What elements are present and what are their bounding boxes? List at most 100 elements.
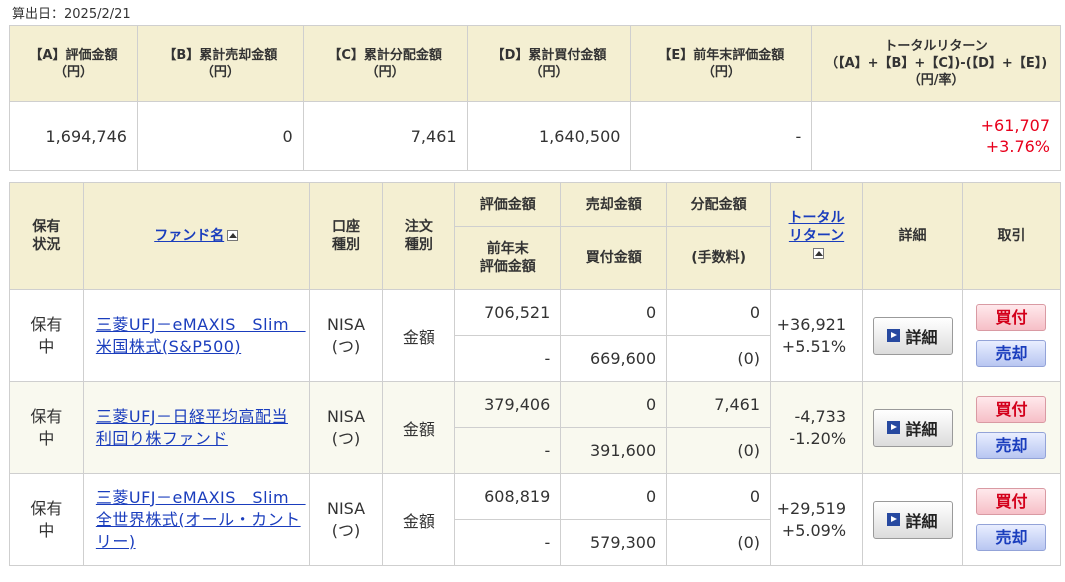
valuation-amount: 706,521 <box>454 289 562 336</box>
sell-button[interactable]: 売却 <box>976 340 1047 367</box>
summary-header-total-unit: （円/率） <box>907 73 965 88</box>
play-icon <box>887 421 901 434</box>
sort-asc-icon[interactable] <box>812 248 824 259</box>
header-purchase-amount: 買付金額 <box>560 226 668 290</box>
summary-value-d: 1,640,500 <box>466 101 632 171</box>
distribution-amount: 0 <box>666 289 772 336</box>
total-return-sort-link-line1[interactable]: トータル <box>771 209 862 227</box>
purchase-amount: 579,300 <box>560 519 668 566</box>
summary-header-total-formula: （【A】+【B】+【C】)-(【D】+【E】) <box>825 56 1048 71</box>
order-type: 金額 <box>382 289 456 382</box>
trade-cell: 買付 売却 <box>961 381 1062 474</box>
total-return-pct: +5.09% <box>781 520 847 540</box>
account-type-line1: NISA <box>326 498 366 518</box>
header-order-type: 注文 種別 <box>382 182 456 290</box>
detail-button[interactable]: 詳細 <box>872 500 953 539</box>
header-holding-status-line2: 状況 <box>32 237 61 253</box>
fund-name-link[interactable]: 三菱UFJ－eMAXIS Slim 全世界株式(オール・カントリー) <box>96 488 306 551</box>
holding-status: 保有 中 <box>9 289 84 382</box>
fund-name-link[interactable]: 三菱UFJ－日経平均高配当利回り株ファンド <box>96 407 288 448</box>
detail-button-label: 詳細 <box>905 419 938 439</box>
buy-button[interactable]: 買付 <box>976 396 1047 423</box>
prev-year-valuation: - <box>454 335 562 382</box>
summary-header-total-return: トータルリターン （【A】+【B】+【C】)-(【D】+【E】) （円/率） <box>811 25 1061 102</box>
summary-header-d: 【D】累計買付金額 （円） <box>466 25 632 102</box>
buy-button[interactable]: 買付 <box>976 488 1047 515</box>
sale-amount: 0 <box>560 289 668 336</box>
detail-cell: 詳細 <box>862 289 963 382</box>
fund-name-cell: 三菱UFJ－eMAXIS Slim 全世界株式(オール・カントリー) <box>82 473 310 566</box>
summary-header-d-title: 【D】累計買付金額 <box>491 47 607 63</box>
total-return-pct: -1.20% <box>789 428 847 448</box>
holding-status-line2: 中 <box>38 428 55 448</box>
summary-header-b-unit: （円） <box>200 64 240 80</box>
summary-header-a-unit: （円） <box>53 64 93 80</box>
detail-button[interactable]: 詳細 <box>872 408 953 447</box>
summary-header-c-unit: （円） <box>365 64 405 80</box>
summary-header-d-unit: （円） <box>529 64 569 80</box>
summary-value-b: 0 <box>136 101 304 171</box>
account-type-line2: (つ) <box>331 520 361 540</box>
play-icon <box>887 329 901 342</box>
buy-button[interactable]: 買付 <box>976 304 1047 331</box>
header-total-return: トータル リターン <box>770 182 864 290</box>
account-type-line2: (つ) <box>331 428 361 448</box>
header-trade: 取引 <box>961 182 1062 290</box>
summary-header-a: 【A】評価金額 （円） <box>9 25 138 102</box>
holding-status-line2: 中 <box>38 336 55 356</box>
header-fund-name: ファンド名 <box>82 182 310 290</box>
purchase-amount: 669,600 <box>560 335 668 382</box>
fund-name-cell: 三菱UFJ－日経平均高配当利回り株ファンド <box>82 381 310 474</box>
holding-status-line2: 中 <box>38 520 55 540</box>
valuation-amount: 379,406 <box>454 381 562 428</box>
fund-name-link[interactable]: 三菱UFJ－eMAXIS Slim 米国株式(S&P500) <box>96 315 306 356</box>
table-row: 保有 中 三菱UFJ－eMAXIS Slim 米国株式(S&P500) NISA… <box>9 289 1062 382</box>
header-holding-status-line1: 保有 <box>32 219 61 235</box>
account-type: NISA (つ) <box>308 381 384 474</box>
fund-name-sort-link[interactable]: ファンド名 <box>154 228 224 244</box>
summary-header-total-title: トータルリターン <box>884 39 988 54</box>
table-row: 保有 中 三菱UFJ－日経平均高配当利回り株ファンド NISA (つ) 金額 3… <box>9 381 1062 474</box>
summary-header-e: 【E】前年末評価金額 （円） <box>630 25 813 102</box>
sell-button[interactable]: 売却 <box>976 524 1047 551</box>
header-fee: (手数料) <box>666 226 772 290</box>
distribution-amount: 7,461 <box>666 381 772 428</box>
summary-header-c-title: 【C】累計分配金額 <box>328 47 442 63</box>
header-account-type-line2: 種別 <box>332 237 361 253</box>
table-row: 保有 中 三菱UFJ－eMAXIS Slim 全世界株式(オール・カントリー) … <box>9 473 1062 566</box>
fee-amount: (0) <box>666 519 772 566</box>
account-type-line1: NISA <box>326 314 366 334</box>
header-sale-amount: 売却金額 <box>560 182 668 227</box>
summary-total-return: +61,707 +3.76% <box>811 101 1061 171</box>
holding-status: 保有 中 <box>9 473 84 566</box>
holding-status-line1: 保有 <box>30 498 63 518</box>
header-order-type-line2: 種別 <box>404 237 433 253</box>
header-holding-status: 保有 状況 <box>9 182 84 290</box>
valuation-amount: 608,819 <box>454 473 562 520</box>
summary-header-c: 【C】累計分配金額 （円） <box>302 25 468 102</box>
detail-cell: 詳細 <box>862 381 963 474</box>
fee-amount: (0) <box>666 335 772 382</box>
header-prev-year-valuation-line1: 前年末 <box>486 241 529 257</box>
account-type-line2: (つ) <box>331 336 361 356</box>
sell-button[interactable]: 売却 <box>976 432 1047 459</box>
header-account-type: 口座 種別 <box>308 182 384 290</box>
detail-cell: 詳細 <box>862 473 963 566</box>
total-return-pct: +5.51% <box>781 336 847 356</box>
summary-value-c: 7,461 <box>302 101 468 171</box>
holding-status: 保有 中 <box>9 381 84 474</box>
trade-cell: 買付 売却 <box>961 473 1062 566</box>
account-type-line1: NISA <box>326 406 366 426</box>
summary-total-yen: +61,707 <box>980 116 1050 135</box>
holding-status-line1: 保有 <box>30 406 63 426</box>
sort-asc-icon[interactable] <box>227 230 239 241</box>
detail-button[interactable]: 詳細 <box>872 316 953 355</box>
calculation-date: 算出日：2025/2/21 <box>12 7 131 22</box>
total-return-yen: +29,519 <box>776 498 847 518</box>
total-return-sort-link-line2[interactable]: リターン <box>771 227 862 245</box>
purchase-amount: 391,600 <box>560 427 668 474</box>
header-prev-year-valuation: 前年末 評価金額 <box>454 226 562 290</box>
summary-total-pct: +3.76% <box>985 137 1050 156</box>
total-return: +36,921 +5.51% <box>770 289 864 382</box>
summary-value-a: 1,694,746 <box>9 101 138 171</box>
